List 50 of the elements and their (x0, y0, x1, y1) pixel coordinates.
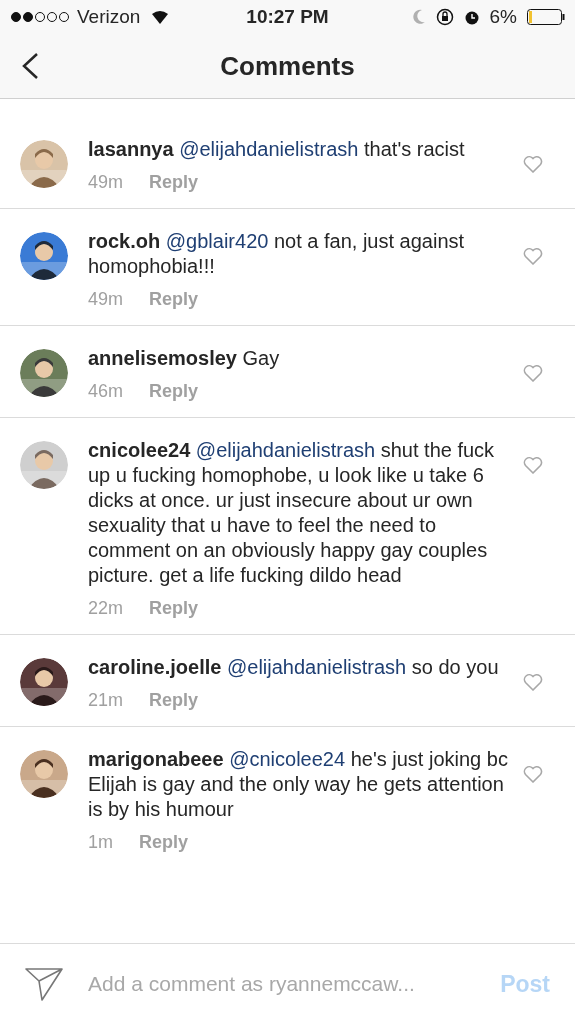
comment-time: 49m (88, 288, 123, 311)
heart-icon (523, 765, 543, 783)
like-button[interactable] (523, 765, 543, 783)
comment-text: caroline.joelle @elijahdanielistrash so do you (88, 655, 500, 680)
heart-icon (523, 247, 543, 265)
comment-time: 21m (88, 689, 123, 712)
comment-text: cnicolee24 @elijahdanielistrash shut the fuck up u fucking homophobe, u look like u take 6 dicks at once. ur just insecure about ur own sexuality that u have to feel the need to comment on an obviously happy gay couples picture. get a life fucking dildo head (88, 438, 496, 588)
comment-time: 46m (88, 380, 123, 403)
mention-link[interactable]: @elijahdanielistrash (226, 656, 407, 678)
heart-icon (523, 673, 543, 691)
reply-button[interactable]: Reply (149, 596, 199, 620)
like-button[interactable] (523, 247, 543, 265)
comment-time: 22m (88, 597, 123, 620)
carrier: Verizon (77, 4, 141, 29)
mention-link[interactable]: @elijahdanielistrash (195, 439, 376, 461)
battery-percent: 6% (489, 4, 517, 29)
battery-icon (527, 9, 565, 25)
heart-icon (523, 155, 543, 173)
mention-link[interactable]: @cnicolee24 (229, 748, 346, 770)
back-button[interactable] (20, 52, 40, 80)
signal-icon (10, 11, 70, 23)
alarm-icon (463, 9, 480, 25)
reply-button[interactable]: Reply (139, 830, 189, 854)
heart-icon (523, 364, 543, 382)
comment-field[interactable]: Add a comment as ryannemccaw... (88, 968, 501, 1000)
send-icon (25, 967, 63, 1001)
comment-time: 1m (88, 831, 113, 854)
page-title: Comments (220, 49, 355, 83)
post-button[interactable]: Post (500, 966, 550, 1002)
like-button[interactable] (523, 364, 543, 382)
like-button[interactable] (523, 456, 543, 474)
reply-button[interactable]: Reply (149, 379, 199, 403)
moon-icon (411, 9, 426, 25)
wifi-icon (151, 10, 170, 24)
heart-icon (523, 456, 543, 474)
comment-text: rock.oh @gblair420 not a fan, just against homophobia!!! (88, 229, 466, 279)
back-icon (21, 52, 39, 80)
clock: 10:27 PM (245, 4, 330, 29)
like-button[interactable] (523, 673, 543, 691)
comment-text: annelisemosley Gay (88, 346, 281, 371)
mention-link[interactable]: @gblair420 (165, 230, 269, 252)
mention-link[interactable]: @elijahdanielistrash (179, 138, 359, 160)
reply-button[interactable]: Reply (149, 688, 199, 712)
reply-button[interactable]: Reply (149, 170, 199, 194)
rotation-lock-icon (435, 8, 454, 26)
like-button[interactable] (523, 155, 543, 173)
comment-text: marigonabeee @cnicolee24 he's just joking bc Elijah is gay and the only way he gets attention is by his humour (88, 747, 508, 822)
reply-button[interactable]: Reply (149, 287, 199, 311)
comment-time: 49m (88, 171, 123, 194)
comment-text: lasannya @elijahdanielistrash that's racist (88, 137, 466, 162)
